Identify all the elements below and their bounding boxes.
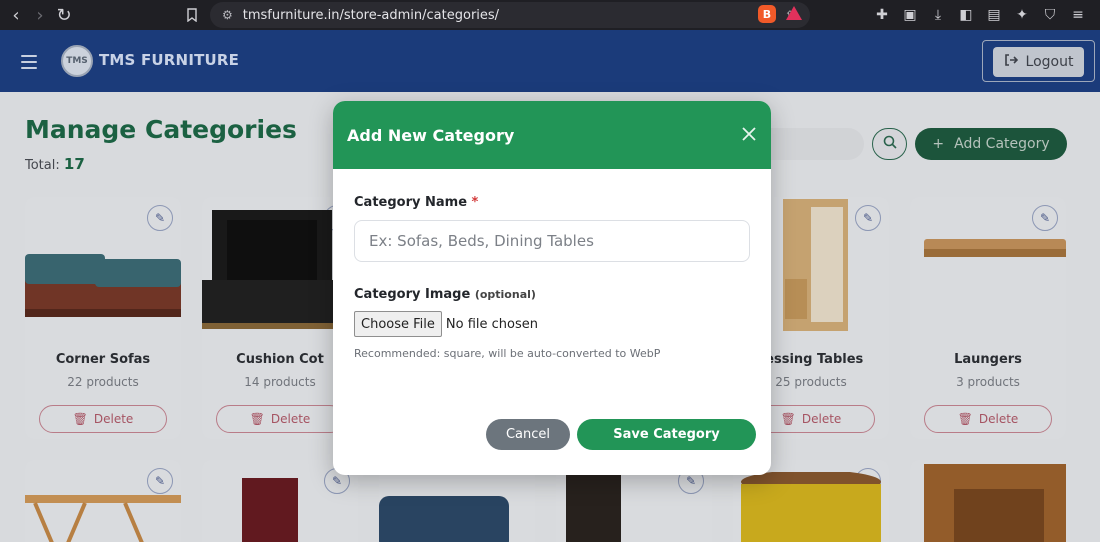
choose-file-button[interactable]: Choose File	[354, 311, 442, 337]
category-name-input[interactable]	[354, 220, 750, 262]
add-category-modal: Add New Category Category Name * Categor…	[333, 101, 771, 475]
close-icon[interactable]	[739, 125, 759, 145]
modal-header: Add New Category	[333, 101, 771, 169]
bookmark-icon[interactable]	[180, 3, 204, 27]
reload-icon[interactable]: ↻	[52, 3, 76, 27]
image-hint: Recommended: square, will be auto-conver…	[354, 347, 661, 360]
leo-ai-icon[interactable]: ✦	[1010, 3, 1034, 27]
logout-button[interactable]: Logout	[993, 47, 1084, 77]
brave-rewards-icon[interactable]	[786, 6, 802, 20]
wallet-icon[interactable]: ▤	[982, 3, 1006, 27]
screenshot-icon[interactable]: ▣	[898, 3, 922, 27]
cancel-button[interactable]: Cancel	[486, 419, 570, 450]
site-settings-icon[interactable]: ⚙	[222, 8, 233, 22]
logout-label: Logout	[1025, 54, 1074, 70]
category-name-label: Category Name *	[354, 195, 479, 210]
optional-tag: (optional)	[474, 288, 536, 301]
sidebar-icon[interactable]: ◧	[954, 3, 978, 27]
download-icon[interactable]: ⤓	[926, 3, 950, 27]
extensions-icon[interactable]: ✚	[870, 3, 894, 27]
modal-title: Add New Category	[347, 125, 515, 145]
hamburger-menu-icon[interactable]	[21, 55, 37, 69]
file-picker: Choose File No file chosen	[354, 311, 538, 337]
menu-icon[interactable]: ≡	[1066, 3, 1090, 27]
brand-name: TMS FURNITURE	[99, 51, 240, 69]
brave-shields-icon[interactable]: B	[758, 5, 776, 23]
forward-icon[interactable]: ›	[28, 3, 52, 27]
app-header: TMS TMS FURNITURE Logout	[0, 30, 1100, 92]
address-bar[interactable]: ⚙ tmsfurniture.in/store-admin/categories…	[210, 2, 810, 28]
no-file-text: No file chosen	[445, 316, 538, 332]
logout-container: Logout	[982, 40, 1095, 82]
vpn-shield-icon[interactable]: ⛉	[1038, 3, 1062, 27]
required-mark: *	[471, 195, 479, 210]
brand-logo: TMS	[61, 45, 93, 77]
category-image-label: Category Image (optional)	[354, 287, 536, 302]
url-text: tmsfurniture.in/store-admin/categories/	[242, 7, 500, 23]
logout-icon	[1004, 53, 1018, 71]
browser-toolbar: ‹ › ↻ ⚙ tmsfurniture.in/store-admin/cate…	[0, 0, 1100, 30]
back-icon[interactable]: ‹	[4, 3, 28, 27]
save-category-button[interactable]: Save Category	[577, 419, 756, 450]
